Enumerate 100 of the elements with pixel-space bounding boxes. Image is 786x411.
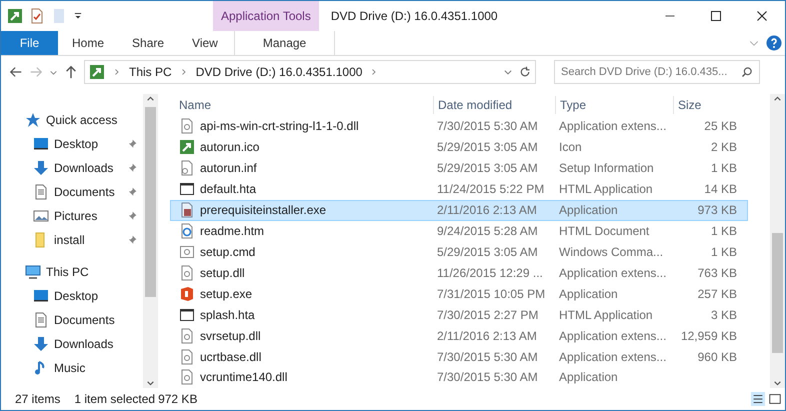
date-cell-text: 2/11/2016 2:13 AM [436,202,538,220]
nav-item[interactable]: Documents [1,180,143,204]
chevron-right-icon [180,68,188,76]
date-cell-text: 11/24/2015 5:22 PM [436,181,546,198]
size-cell-text: 2 KB [710,139,738,156]
pin-icon [127,187,137,197]
scroll-up-icon[interactable] [773,94,782,103]
nav-item[interactable]: Music [1,356,143,380]
selection-count: 1 item selected [74,391,156,408]
column-header[interactable]: Name [171,96,433,114]
nav-item[interactable]: This PC [1,260,143,284]
back-arrow-icon[interactable] [9,65,23,79]
type-cell-text: Windows Comma... [558,244,664,261]
nav-item[interactable]: Downloads [1,156,143,180]
dropdown-icon[interactable] [73,11,83,21]
type-cell-text: HTML Application [558,306,654,324]
file-name: splash.hta [200,306,255,324]
size-cell-text: 1 KB [710,244,738,261]
document-icon [33,312,49,328]
date-cell-text: 2/11/2016 2:13 AM [436,328,538,345]
ribbon-tab[interactable]: Home [58,31,118,55]
installer-icon [179,202,195,218]
size-cell-text: 12,959 KB [680,328,738,345]
size-cell-text: 1 KB [710,160,738,178]
ribbon-tab[interactable]: View [178,31,232,55]
breadcrumb[interactable]: DVD Drive (D:) 16.0.4351.1000 [196,63,362,81]
nav-item[interactable]: Documents [1,308,143,332]
file-name: default.hta [200,181,256,198]
type-cell-text: Application extens... [558,264,668,282]
ribbon-tab[interactable]: Manage [234,31,336,55]
size-cell-text: 25 KB [703,118,738,136]
date-cell-text: 7/31/2015 10:05 PM [436,286,546,303]
type-cell-text: Application extens... [558,118,668,136]
type-cell-text: HTML Application [558,181,654,198]
type-cell-text: Icon [558,139,583,156]
scroll-up-icon[interactable] [146,94,155,103]
selection-size: 972 KB [158,391,198,408]
chevron-right-icon [370,68,378,76]
window-icon [179,181,195,198]
ribbon-tab[interactable]: Share [118,31,178,55]
column-header[interactable]: Size [673,96,741,114]
date-cell-text: 7/30/2015 5:30 AM [436,348,539,366]
monitor-icon [33,288,49,304]
nav-item[interactable]: Quick access [1,108,143,132]
nav-item[interactable]: Desktop [1,132,143,156]
scroll-down-icon[interactable] [773,379,782,388]
pin-icon [127,163,137,173]
star-icon [25,112,41,128]
size-cell-text: 973 KB [696,202,738,220]
search-field[interactable]: Search DVD Drive (D:) 16.0.435... [554,60,760,84]
contextual-tab-label: Application Tools [213,1,319,31]
up-arrow-icon[interactable] [64,65,78,79]
date-cell-text: 9/24/2015 5:28 AM [436,222,539,240]
nav-item[interactable]: install [1,228,143,252]
details-view-icon[interactable] [751,392,765,406]
address-bar[interactable]: This PC DVD Drive (D:) 16.0.4351.1000 [84,60,536,84]
size-cell-text: 14 KB [703,181,738,198]
picture-icon [33,208,49,224]
down-arrow-icon [33,336,49,352]
size-cell-text: 763 KB [696,264,738,282]
close-icon[interactable] [756,10,768,22]
file-name: setup.cmd [200,244,256,261]
large-icons-view-icon[interactable] [768,392,782,406]
size-cell-text: 3 KB [710,306,738,324]
column-header[interactable]: Date modified [433,96,555,114]
nav-item[interactable]: Desktop [1,284,143,308]
date-cell-text: 5/29/2015 3:05 AM [436,160,539,178]
office-icon [179,286,195,302]
column-header[interactable]: Type [555,96,673,114]
pin-icon [127,139,137,149]
type-cell-text: Application [558,202,619,220]
refresh-icon[interactable] [519,66,531,78]
selected-row[interactable]: prerequisiteinstaller.exe 2/11/2016 2:13 AM Application 973 KB [170,200,748,221]
nav-item[interactable]: Downloads [1,332,143,356]
maximize-icon[interactable] [710,10,722,22]
document-check-icon[interactable] [29,8,45,24]
size-cell-text: 257 KB [696,286,738,303]
file-name: svrsetup.dll [200,328,261,345]
drive-icon [89,64,105,80]
pin-icon [127,211,137,221]
help-icon[interactable] [766,35,782,51]
down-arrow-icon [33,160,49,176]
file-name: setup.dll [200,264,245,282]
ribbon-tab[interactable]: File [1,31,58,55]
type-cell-text: Setup Information [558,160,655,178]
type-cell-text: Application extens... [558,348,668,366]
scroll-down-icon[interactable] [146,379,155,388]
date-cell-text: 5/29/2015 3:05 AM [436,139,539,156]
file-name: vcruntime140.dll [200,369,288,386]
scrollbar[interactable] [143,94,158,388]
breadcrumb[interactable]: This PC [129,63,172,81]
nav-item[interactable]: Pictures [1,204,143,228]
size-cell-text: 960 KB [696,348,738,366]
file-name: readme.htm [200,222,264,240]
type-cell-text: Application extens... [558,328,668,345]
scrollbar[interactable] [770,94,785,388]
type-cell-text: HTML Document [558,222,650,240]
file-name: autorun.ico [200,139,260,156]
search-icon[interactable] [741,66,753,78]
date-cell-text: 7/30/2015 2:27 PM [436,306,540,324]
